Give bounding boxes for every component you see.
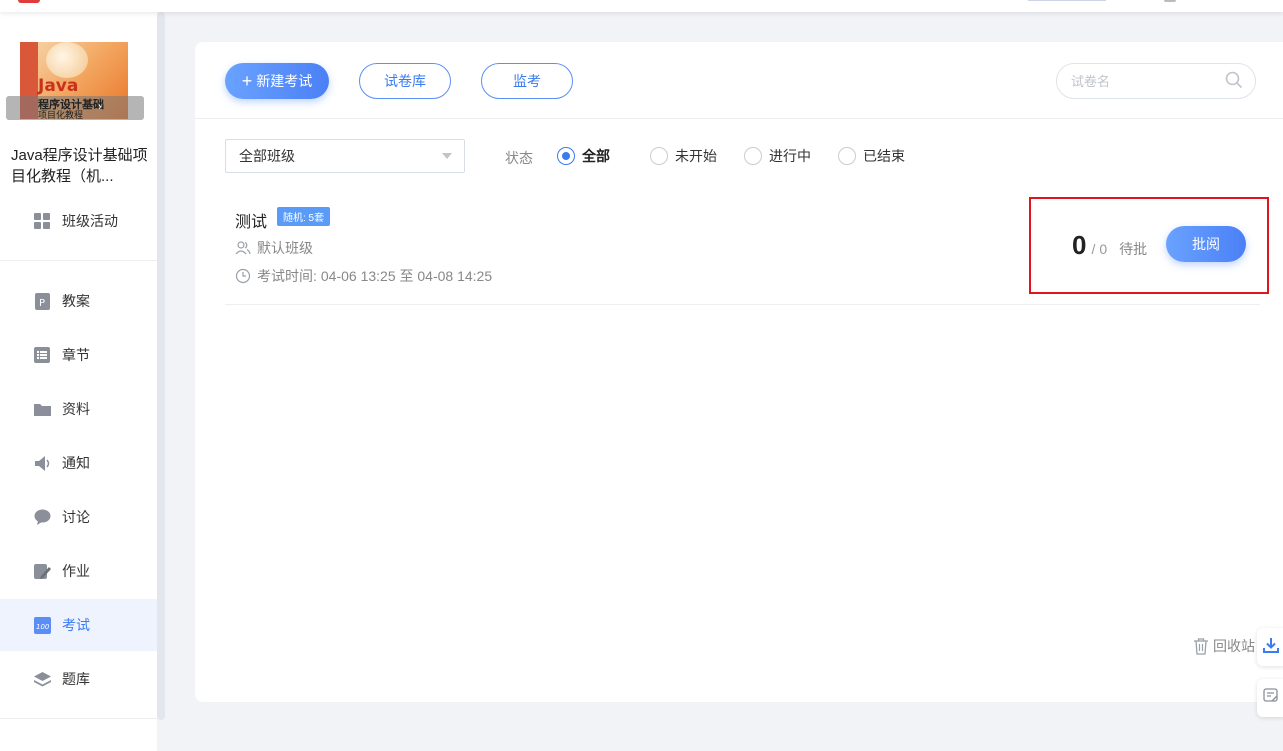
new-exam-label: 新建考试	[256, 73, 313, 89]
proctor-button[interactable]: 监考	[481, 63, 573, 99]
sidebar-item-label: 考试	[62, 617, 90, 633]
graded-count: 0	[1072, 230, 1087, 260]
chat-bubble-icon	[34, 509, 51, 526]
status-radio-all[interactable]: 全部	[557, 146, 610, 166]
exam-title[interactable]: 测试	[235, 208, 267, 232]
status-filter-label: 状态	[505, 150, 533, 166]
header-button[interactable]	[1028, 0, 1106, 1]
class-select-value: 全部班级	[239, 148, 295, 164]
recycle-bin-label: 回收站	[1213, 638, 1255, 654]
pending-label: 待批	[1119, 241, 1148, 257]
sidebar-item-label: 题库	[62, 671, 90, 687]
sidebar-item-label: 通知	[62, 455, 90, 471]
sidebar-item-class-activity[interactable]: 班级活动	[0, 195, 157, 247]
exam-time-label: 考试时间:	[257, 268, 317, 284]
paper-library-button[interactable]: 试卷库	[359, 63, 451, 99]
cover-illustration	[46, 42, 88, 78]
exam-time: 考试时间: 04-06 13:25 至 04-08 14:25	[235, 266, 492, 286]
sidebar-divider	[0, 260, 157, 261]
grid-icon	[34, 212, 51, 230]
feedback-note-icon	[1263, 687, 1279, 709]
sidebar-item-notices[interactable]: 通知	[0, 437, 157, 489]
exam-class-name: 默认班级	[257, 240, 313, 256]
status-radio-not-started[interactable]: 未开始	[650, 146, 717, 166]
sidebar: Java 程序设计基础 项目化教程 › Java程序设计基础项目化教程（机...…	[0, 12, 157, 751]
review-button[interactable]: 批阅	[1166, 226, 1246, 262]
sidebar-scrollbar[interactable]	[157, 12, 165, 720]
sidebar-item-lesson-plan[interactable]: P 教案	[0, 275, 157, 327]
radio-label: 未开始	[675, 148, 717, 164]
sidebar-item-label: 讨论	[62, 509, 90, 525]
sidebar-divider	[0, 718, 157, 719]
course-title: Java程序设计基础项目化教程（机...	[11, 147, 148, 185]
grading-count: 0 / 0 待批	[1072, 230, 1147, 261]
status-radio-in-progress[interactable]: 进行中	[744, 146, 811, 166]
cover-title-word: Java	[38, 76, 79, 96]
download-float-button[interactable]	[1257, 628, 1283, 666]
app-logo[interactable]	[18, 0, 40, 3]
exam-list-panel: + 新建考试 试卷库 监考 全部班级 状态 全部 未开始 进行中 已结束 测试 …	[195, 42, 1283, 702]
plus-icon: +	[241, 71, 253, 91]
sidebar-item-discussion[interactable]: 讨论	[0, 491, 157, 543]
clock-icon	[235, 268, 251, 284]
radio-circle	[557, 147, 575, 165]
exam-icon: 100	[34, 616, 51, 634]
svg-text:P: P	[39, 298, 45, 309]
sidebar-item-exam[interactable]: 100 考试	[0, 599, 157, 651]
header-divider	[195, 118, 1283, 119]
svg-text:100: 100	[36, 623, 50, 631]
cover-caption-bar[interactable]: 程序设计基础 项目化教程 ›	[6, 96, 144, 120]
user-avatar[interactable]	[1164, 0, 1176, 2]
sidebar-item-label: 教案	[62, 293, 90, 309]
recycle-bin-link[interactable]: 回收站	[1193, 636, 1255, 656]
sidebar-item-label: 班级活动	[62, 213, 118, 229]
sidebar-item-label: 章节	[62, 347, 90, 363]
cover-caption-subtitle: 项目化教程	[38, 110, 84, 120]
radio-circle	[744, 147, 762, 165]
download-icon	[1263, 637, 1279, 658]
radio-circle	[650, 147, 668, 165]
chapter-list-icon	[34, 346, 51, 364]
radio-label: 进行中	[769, 148, 811, 164]
sidebar-item-label: 作业	[62, 563, 90, 579]
exam-time-range: 04-06 13:25 至 04-08 14:25	[320, 268, 493, 284]
users-icon	[235, 240, 251, 256]
sidebar-item-question-bank[interactable]: 题库	[0, 653, 157, 705]
row-divider	[225, 304, 1260, 305]
class-select[interactable]: 全部班级	[225, 139, 465, 173]
feedback-float-button[interactable]	[1257, 679, 1283, 717]
sidebar-item-materials[interactable]: 资料	[0, 383, 157, 435]
random-sets-badge: 随机: 5套	[277, 207, 331, 226]
speaker-icon	[34, 455, 51, 472]
sidebar-item-label: 资料	[62, 401, 90, 417]
radio-label: 已结束	[863, 148, 905, 164]
chevron-right-icon: ›	[98, 101, 102, 113]
new-exam-button[interactable]: + 新建考试	[225, 63, 329, 99]
total-count: 0	[1099, 241, 1108, 257]
radio-circle	[838, 147, 856, 165]
radio-label: 全部	[582, 148, 610, 164]
trash-icon	[1193, 637, 1209, 655]
count-separator: /	[1091, 241, 1096, 257]
folder-icon	[34, 401, 51, 418]
sidebar-item-homework[interactable]: 作业	[0, 545, 157, 597]
sidebar-item-chapters[interactable]: 章节	[0, 329, 157, 381]
status-radio-ended[interactable]: 已结束	[838, 146, 905, 166]
caret-down-icon	[442, 153, 452, 159]
top-header-bar	[0, 0, 1283, 12]
homework-icon	[34, 563, 51, 580]
exam-class: 默认班级	[235, 238, 313, 258]
search-icon[interactable]	[1224, 70, 1244, 90]
lesson-plan-icon: P	[34, 292, 51, 310]
layers-icon	[34, 671, 51, 688]
